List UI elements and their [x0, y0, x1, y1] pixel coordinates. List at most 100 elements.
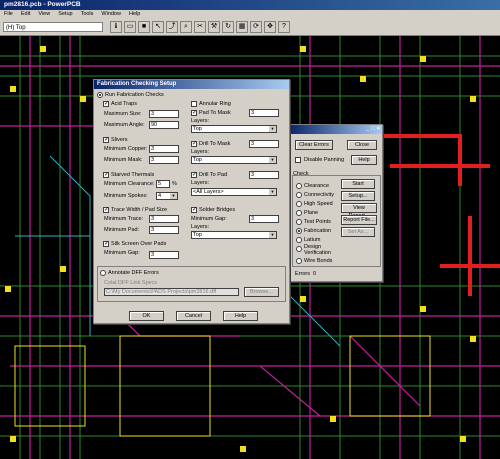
menu-edit[interactable]: Edit — [17, 11, 34, 17]
radio-wire-bonds[interactable] — [296, 258, 302, 264]
redraw-icon[interactable]: ↻ — [222, 21, 234, 33]
pan-icon[interactable]: ✥ — [264, 21, 276, 33]
clear-errors-button[interactable]: Clear Errors — [295, 140, 333, 150]
annotate-dff-radio[interactable] — [100, 270, 106, 276]
drill-to-mask-checkbox[interactable]: ✓ — [191, 141, 197, 147]
min-trace-label: Minimum Trace: — [104, 216, 144, 222]
verify-design-dialog: _ □ × Clear Errors Close Disable Panning… — [288, 124, 383, 282]
run-fab-checks-label: Run Fabrication Checks — [105, 92, 164, 98]
menu-window[interactable]: Window — [97, 11, 125, 17]
ok-button[interactable]: OK — [129, 311, 164, 321]
zoom-icon[interactable]: ⌕ — [180, 21, 192, 33]
info-icon[interactable]: ℹ — [110, 21, 122, 33]
radio-connectivity[interactable] — [296, 192, 302, 198]
min-copper-label: Minimum Copper: — [104, 146, 148, 152]
starved-thermals-checkbox[interactable]: ✓ — [103, 172, 109, 178]
acid-traps-label: Acid Traps — [111, 101, 137, 107]
menu-help[interactable]: Help — [125, 11, 144, 17]
radio-plane[interactable] — [296, 210, 302, 216]
annular-ring-checkbox[interactable] — [191, 101, 197, 107]
browse-button[interactable]: Browse... — [244, 287, 279, 297]
min-spokes-select[interactable]: 4 — [156, 192, 178, 200]
fab-help-button[interactable]: Help — [223, 311, 258, 321]
radio-clearance[interactable] — [296, 183, 302, 189]
radio-latium[interactable] — [296, 237, 302, 243]
option-wire-bonds: Wire Bonds — [304, 258, 333, 264]
grid-icon[interactable]: ▦ — [236, 21, 248, 33]
refresh-icon[interactable]: ⟳ — [250, 21, 262, 33]
option-design-verification: Design Verification — [304, 244, 331, 256]
drill-to-mask-layers-label: Layers: — [191, 149, 210, 155]
bridges-layers-select[interactable]: Top — [191, 231, 277, 239]
pad-to-mask-layers-select[interactable]: Top — [191, 125, 277, 133]
dff-link-label: Cstal DFF Link Specs — [104, 280, 158, 286]
trace-width-label: Trace Width / Pad Size — [111, 207, 168, 213]
max-size-input[interactable]: 3 — [149, 110, 179, 118]
pad-to-mask-checkbox[interactable]: ✓ — [191, 110, 197, 116]
dff-path-input[interactable]: C:\My Documents\PADS Projects\pm2816.dff — [104, 288, 239, 296]
min-copper-input[interactable]: 3 — [149, 145, 179, 153]
drill-to-pad-checkbox[interactable]: ✓ — [191, 172, 197, 178]
silk-min-gap-label: Minimum Gap: — [104, 250, 140, 256]
run-fab-checks-radio[interactable] — [97, 92, 103, 98]
option-test-points: Test Points — [304, 219, 331, 225]
menu-view[interactable]: View — [34, 11, 54, 17]
drill-to-pad-input[interactable]: 3 — [249, 171, 279, 179]
min-spokes-label: Minimum Spokes: — [104, 193, 148, 199]
max-angle-input[interactable]: 90 — [149, 121, 179, 129]
cut-icon[interactable]: ✂ — [194, 21, 206, 33]
max-angle-label: Maximum Angle: — [104, 122, 145, 128]
radio-test-points[interactable] — [296, 219, 302, 225]
layer-select[interactable]: (H) Top — [3, 22, 103, 32]
view-report-button[interactable]: View Report... — [341, 203, 377, 219]
report-file-button[interactable]: Report File... — [341, 215, 377, 225]
min-pad-input[interactable]: 3 — [149, 226, 179, 234]
pad-to-mask-input[interactable]: 3 — [249, 109, 279, 117]
solder-bridges-checkbox[interactable]: ✓ — [191, 207, 197, 213]
percent-label: % — [172, 181, 177, 187]
option-plane: Plane — [304, 210, 319, 216]
radio-fabrication[interactable] — [296, 228, 302, 234]
max-size-label: Maximum Size: — [104, 111, 142, 117]
disable-panning-checkbox[interactable] — [295, 157, 301, 163]
errors-label: Errors — [295, 271, 310, 277]
min-mask-input[interactable]: 3 — [149, 156, 179, 164]
cancel-button[interactable]: Cancel — [176, 311, 211, 321]
min-clearance-input[interactable]: 5 — [156, 180, 170, 188]
drill-to-mask-input[interactable]: 3 — [249, 140, 279, 148]
open-icon[interactable]: ▭ — [124, 21, 136, 33]
min-mask-label: Minimum Mask: — [104, 157, 143, 163]
route-icon[interactable]: ⤴ — [166, 21, 178, 33]
close-button[interactable]: Close — [347, 140, 377, 150]
drill-to-pad-layers-select[interactable]: <All Layers> — [191, 188, 277, 196]
bridges-min-gap-input[interactable]: 3 — [249, 215, 279, 223]
option-latium: Latium — [304, 237, 321, 243]
slivers-checkbox[interactable]: ✓ — [103, 137, 109, 143]
menu-tools[interactable]: Tools — [77, 11, 98, 17]
min-clearance-label: Minimum Clearance: — [104, 181, 155, 187]
menu-setup[interactable]: Setup — [54, 11, 76, 17]
silk-screen-checkbox[interactable]: ✓ — [103, 241, 109, 247]
help-icon[interactable]: ? — [278, 21, 290, 33]
disable-panning-label: Disable Panning — [304, 157, 345, 163]
option-high-speed: High Speed — [304, 201, 333, 207]
drill-to-mask-label: Drill To Mask — [199, 141, 231, 147]
trace-width-checkbox[interactable]: ✓ — [103, 207, 109, 213]
silk-min-gap-input[interactable]: 3 — [149, 251, 179, 259]
option-clearance: Clearance — [304, 183, 330, 189]
start-button[interactable]: Start — [341, 179, 375, 189]
select-arrow-icon[interactable]: ↖ — [152, 21, 164, 33]
setup-button[interactable]: Setup... — [341, 191, 375, 201]
bridges-min-gap-label: Minimum Gap: — [191, 216, 227, 222]
tool-icon[interactable]: ⚒ — [208, 21, 220, 33]
save-icon[interactable]: ■ — [138, 21, 150, 33]
acid-traps-checkbox[interactable]: ✓ — [103, 101, 109, 107]
radio-design-verification[interactable] — [296, 246, 302, 252]
menu-file[interactable]: File — [0, 11, 17, 17]
min-trace-input[interactable]: 3 — [149, 215, 179, 223]
radio-high-speed[interactable] — [296, 201, 302, 207]
drill-to-mask-layers-select[interactable]: Top — [191, 156, 277, 164]
starved-thermals-label: Starved Thermals — [111, 172, 155, 178]
set-as-button[interactable]: Set As... — [341, 227, 375, 237]
verify-help-button[interactable]: Help — [351, 155, 377, 165]
